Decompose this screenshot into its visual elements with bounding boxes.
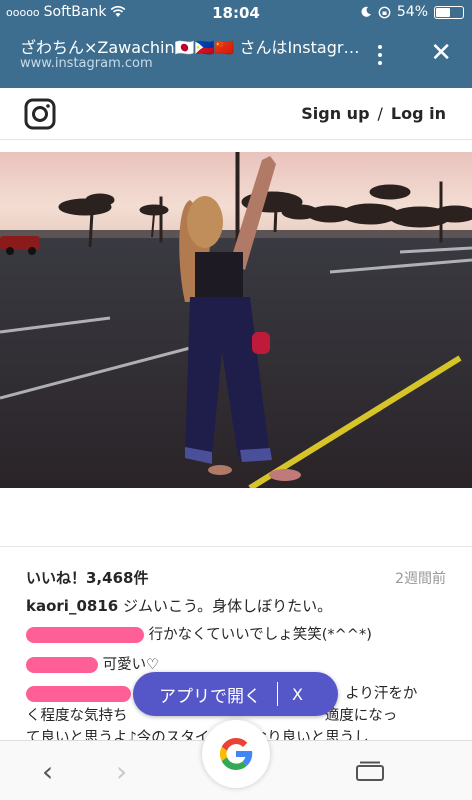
caption: kaori_0816 ジムいこう。身体しぼりたい。 <box>26 595 332 616</box>
back-arrow-icon[interactable]: ‹ <box>42 755 53 788</box>
more-options-icon[interactable] <box>370 40 390 70</box>
like-count[interactable]: いいね！3,468件 <box>26 567 148 588</box>
dismiss-banner-button[interactable]: X <box>292 685 303 704</box>
redaction-mark <box>26 657 98 673</box>
post-image <box>0 152 472 488</box>
status-bar: ooooo SoftBank 18:04 54% <box>0 0 472 26</box>
redaction-mark <box>26 686 131 702</box>
battery-icon <box>434 5 464 19</box>
sign-up-link[interactable]: Sign up <box>301 104 369 123</box>
open-in-app-label[interactable]: アプリで開く <box>159 682 261 707</box>
close-icon[interactable]: ✕ <box>430 38 452 68</box>
caption-text: ジムいこう。身体しぼりたい。 <box>122 597 333 615</box>
banner-divider <box>277 682 278 706</box>
comment-row: 可愛い♡ <box>26 653 159 674</box>
battery-percent: 54% <box>396 4 428 20</box>
comment-row: 行かなくていいでしょ笑笑(*^^*) <box>26 623 372 644</box>
post-photo[interactable] <box>0 152 472 488</box>
comment-text: より汗をか <box>345 686 418 702</box>
post-info: いいね！3,468件 2週間前 kaori_0816 ジムいこう。身体しぼりたい… <box>0 546 472 746</box>
moon-icon <box>361 6 371 17</box>
browser-toolbar: ざわちん×Zawachin🇯🇵🇵🇭🇨🇳 さんはInstagramを利用しています… <box>0 26 472 88</box>
open-in-app-button[interactable]: アプリで開く X <box>133 672 338 716</box>
caption-username[interactable]: kaori_0816 <box>26 597 118 615</box>
auth-separator: / <box>377 104 383 123</box>
comment-text: 可愛い♡ <box>102 657 160 673</box>
auth-links: Sign up / Log in <box>301 104 446 123</box>
instagram-header: Sign up / Log in <box>0 88 472 140</box>
status-right: 54% <box>360 4 464 20</box>
comment-text: 適度になっ <box>324 708 398 724</box>
log-in-link[interactable]: Log in <box>391 104 446 123</box>
forward-arrow-icon[interactable]: › <box>116 755 127 788</box>
rotation-lock-icon <box>378 6 391 18</box>
google-search-button[interactable] <box>202 720 270 788</box>
tabs-icon[interactable] <box>356 761 384 781</box>
page-title[interactable]: ざわちん×Zawachin🇯🇵🇵🇭🇨🇳 さんはInstagramを利用しています <box>20 34 360 58</box>
post-time: 2週間前 <box>395 571 446 587</box>
comment-text: く程度な気持ち <box>26 708 128 724</box>
redaction-mark <box>26 627 144 643</box>
instagram-logo-icon[interactable] <box>24 98 56 130</box>
google-logo-icon <box>219 738 253 770</box>
comment-text: 行かなくていいでしょ笑笑(*^^*) <box>148 627 372 643</box>
page-url[interactable]: www.instagram.com <box>20 56 153 71</box>
battery-fill <box>436 7 450 17</box>
